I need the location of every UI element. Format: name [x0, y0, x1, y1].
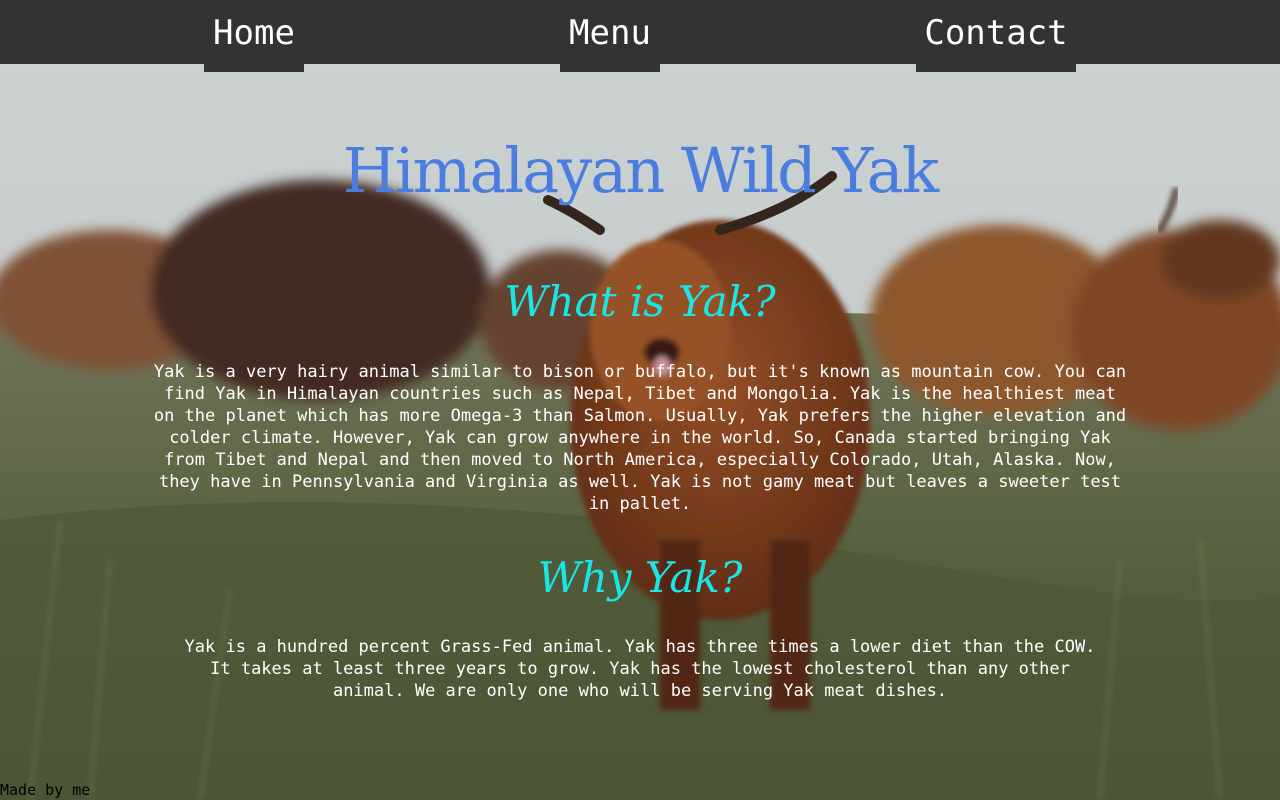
section-text-what-is-yak: Yak is a very hairy animal similar to bi…: [153, 362, 1127, 514]
footer-credit: Made by me: [0, 781, 91, 799]
section-heading-what-is-yak: What is Yak?: [504, 277, 776, 326]
nav-contact-link[interactable]: Contact: [916, 0, 1076, 72]
nav-home-link[interactable]: Home: [204, 0, 304, 72]
nav-menu-link[interactable]: Menu: [560, 0, 660, 72]
section-text-why-yak: Yak is a hundred percent Grass-Fed anima…: [184, 637, 1096, 701]
section-heading-why-yak: Why Yak?: [537, 553, 743, 602]
navbar: Home Menu Contact: [0, 0, 1280, 72]
page-title: Himalayan Wild Yak: [342, 134, 939, 207]
